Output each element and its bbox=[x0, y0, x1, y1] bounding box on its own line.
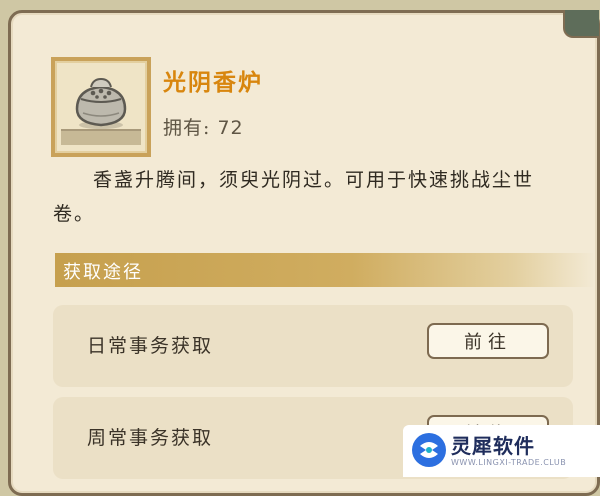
watermark-url: WWW.LINGXI-TRADE.CLUB bbox=[451, 458, 567, 467]
owned-number: 72 bbox=[217, 117, 244, 139]
acquire-section-title: 获取途径 bbox=[63, 262, 143, 283]
source-label: 日常事务获取 bbox=[87, 335, 214, 357]
acquire-source-row: 日常事务获取 前往 bbox=[53, 305, 573, 387]
item-icon-frame bbox=[51, 57, 151, 157]
item-shelf bbox=[61, 129, 141, 145]
source-label: 周常事务获取 bbox=[87, 427, 214, 449]
item-description: 香盏升腾间，须臾光阴过。可用于快速挑战尘世卷。 bbox=[53, 169, 535, 225]
corner-tab bbox=[563, 10, 599, 38]
incense-burner-icon bbox=[75, 77, 127, 129]
watermark: 灵犀软件 WWW.LINGXI-TRADE.CLUB bbox=[403, 425, 600, 477]
acquire-section-header: 获取途径 bbox=[55, 253, 595, 287]
lingxi-logo-icon bbox=[412, 433, 446, 467]
owned-count: 拥有: 72 bbox=[163, 113, 244, 140]
item-name: 光阴香炉 bbox=[163, 69, 263, 96]
owned-label: 拥有: bbox=[163, 117, 211, 139]
item-detail-panel: 光阴香炉 拥有: 72 香盏升腾间，须臾光阴过。可用于快速挑战尘世卷。 获取途径… bbox=[8, 10, 600, 496]
go-button[interactable]: 前往 bbox=[427, 323, 549, 359]
watermark-name: 灵犀软件 bbox=[451, 434, 535, 458]
